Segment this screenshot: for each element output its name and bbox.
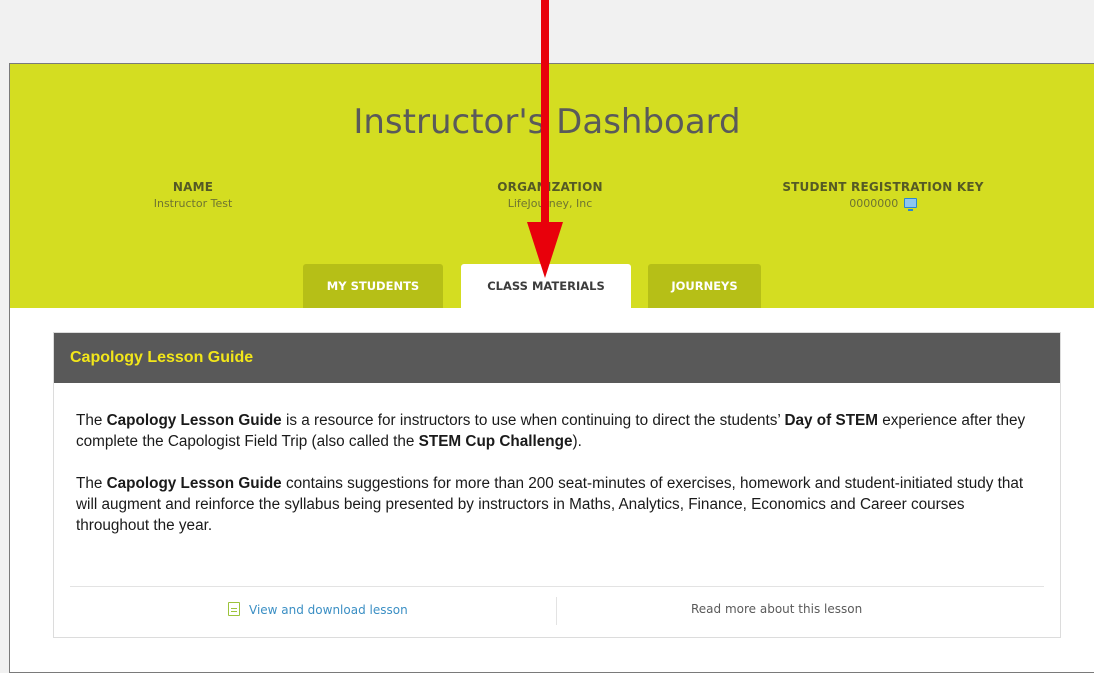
document-icon [228,602,240,616]
tab-my-students[interactable]: MY STUDENTS [303,264,443,308]
name-value: Instructor Test [153,197,233,210]
view-download-lesson-link[interactable]: View and download lesson [228,602,408,617]
registration-key-value-row: 0000000 [753,197,1013,211]
bold-segment: Capology Lesson Guide [106,475,282,492]
lesson-description-paragraph-2: The Capology Lesson Guide contains sugge… [76,473,1040,536]
lesson-card-title: Capology Lesson Guide [70,349,254,366]
tab-journeys[interactable]: JOURNEYS [648,264,761,308]
dashboard-window: Instructor's Dashboard NAME Instructor T… [9,63,1094,673]
text-segment: The [76,412,107,429]
lesson-card-body: The Capology Lesson Guide is a resource … [54,383,1060,536]
text-segment: ). [572,433,582,450]
read-more-lesson-link[interactable]: Read more about this lesson [691,602,862,616]
dashboard-header: Instructor's Dashboard NAME Instructor T… [10,64,1094,308]
registration-key-value: 0000000 [849,197,899,210]
organization-value: LifeJourney, Inc [507,197,593,210]
footer-divider [556,597,557,625]
name-label: NAME [172,180,214,194]
bold-segment: Capology Lesson Guide [106,412,282,429]
tab-class-materials[interactable]: CLASS MATERIALS [461,264,631,308]
lesson-card-header: Capology Lesson Guide [54,333,1060,383]
lesson-description-paragraph-1: The Capology Lesson Guide is a resource … [76,410,1040,452]
lesson-card: Capology Lesson Guide The Capology Lesso… [53,332,1061,638]
screen-icon[interactable] [903,198,917,211]
organization-label: ORGANIZATION [497,180,603,194]
organization-info: ORGANIZATION LifeJourney, Inc [420,180,680,210]
bold-segment: Day of STEM [784,412,879,429]
registration-key-label: STUDENT REGISTRATION KEY [782,180,984,194]
dashboard-tabs: MY STUDENTS CLASS MATERIALS JOURNEYS [10,264,1094,308]
lesson-card-footer: View and download lesson Read more about… [70,586,1044,637]
bold-segment: STEM Cup Challenge [418,433,573,450]
registration-key-info: STUDENT REGISTRATION KEY 0000000 [753,180,1013,211]
view-download-lesson-label: View and download lesson [249,603,408,617]
name-info: NAME Instructor Test [63,180,323,210]
text-segment: The [76,475,107,492]
page-title: Instructor's Dashboard [353,102,741,142]
text-segment: is a resource for instructors to use whe… [281,412,785,429]
